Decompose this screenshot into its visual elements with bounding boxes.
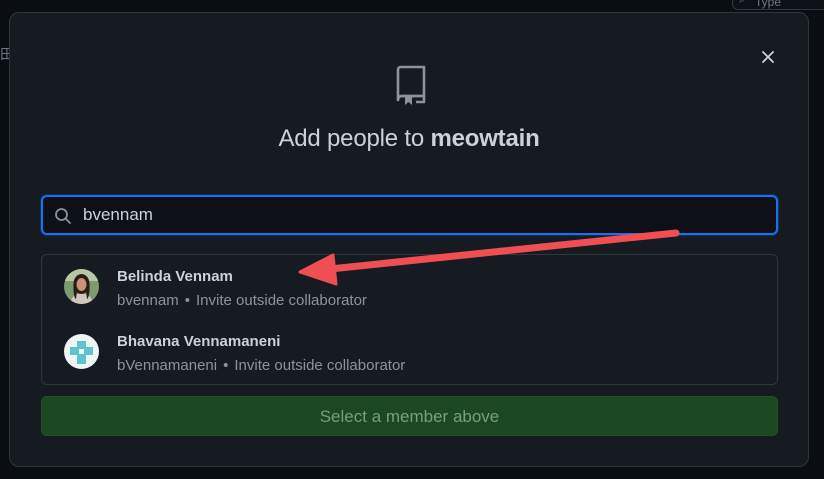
close-icon	[762, 51, 774, 63]
separator-dot: •	[184, 292, 190, 309]
avatar	[64, 269, 99, 304]
search-input[interactable]	[83, 197, 763, 233]
result-item-bhavana-vennamaneni[interactable]: Bhavana Vennamaneni bVennamaneni • Invite …	[42, 320, 777, 384]
search-icon: ⌕	[739, 0, 746, 6]
result-username: bVennamaneni	[117, 357, 218, 374]
result-subtitle: bvennam • Invite outside collaborator	[117, 292, 367, 309]
result-action: Invite outside collaborator	[195, 292, 367, 309]
search-field[interactable]	[41, 195, 778, 235]
dialog-title-prefix: Add people to	[278, 125, 431, 152]
result-username: bvennam	[117, 292, 179, 309]
search-results-list: Belinda Vennam bvennam • Invite outside co…	[41, 254, 778, 385]
result-item-belinda-vennam[interactable]: Belinda Vennam bvennam • Invite outside co…	[42, 255, 777, 319]
result-name: Belinda Vennam	[117, 268, 233, 285]
close-button[interactable]	[756, 45, 780, 69]
avatar	[64, 334, 99, 369]
background-search-placeholder: Type	[755, 0, 782, 9]
dialog-title: Add people to meowtain	[10, 125, 808, 153]
search-icon	[55, 208, 71, 224]
background-search-field: ⌕ Type	[732, 0, 824, 10]
repo-icon	[396, 65, 426, 105]
separator-dot: •	[223, 357, 229, 374]
add-people-dialog: Add people to meowtain Belinda Vennam	[9, 12, 809, 467]
result-subtitle: bVennamaneni • Invite outside collaborator	[117, 357, 405, 374]
result-name: Bhavana Vennamaneni	[117, 333, 281, 350]
result-action: Invite outside collaborator	[234, 357, 406, 374]
dialog-title-repo-name: meowtain	[430, 125, 540, 152]
select-member-button[interactable]: Select a member above	[41, 396, 778, 436]
